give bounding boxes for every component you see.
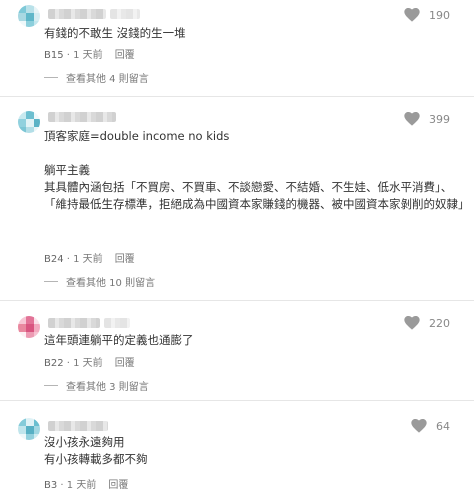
view-more-replies[interactable]: 查看其他 10 則留言 xyxy=(44,274,155,289)
username[interactable] xyxy=(48,318,100,328)
dash-icon xyxy=(44,77,58,78)
comment-meta: B15 · 1 天前 回覆 xyxy=(44,46,135,61)
comment-text: 有錢的不敢生 沒錢的生一堆 xyxy=(44,26,186,40)
view-more-label: 查看其他 4 則留言 xyxy=(66,74,149,85)
username-suffix xyxy=(110,9,140,19)
heart-icon xyxy=(404,112,420,126)
username-suffix xyxy=(104,318,130,328)
comment-text: 這年頭連躺平的定義也通膨了 xyxy=(44,333,194,347)
divider xyxy=(0,96,474,97)
like-count: 190 xyxy=(429,8,450,22)
username[interactable] xyxy=(48,9,106,19)
heart-icon xyxy=(404,8,420,22)
heart-icon xyxy=(411,419,427,433)
view-more-replies[interactable]: 查看其他 4 則留言 xyxy=(44,70,149,85)
like-count: 220 xyxy=(429,316,450,330)
reply-button[interactable]: 回覆 xyxy=(115,250,135,265)
dash-icon xyxy=(44,385,58,386)
comment-text: 頂客家庭=double income no kids 躺平主義 其具體內涵包括「… xyxy=(44,129,470,211)
reply-button[interactable]: 回覆 xyxy=(108,476,128,491)
like-count: 64 xyxy=(436,419,450,433)
like-button[interactable]: 220 xyxy=(404,314,450,332)
reply-button[interactable]: 回覆 xyxy=(115,354,135,369)
reply-button[interactable]: 回覆 xyxy=(115,46,135,61)
username[interactable] xyxy=(48,112,116,122)
divider xyxy=(0,400,474,401)
floor-number: B22 · 1 天前 xyxy=(44,358,103,369)
like-button[interactable]: 190 xyxy=(404,6,450,24)
avatar[interactable] xyxy=(18,5,40,27)
avatar[interactable] xyxy=(18,418,40,440)
username[interactable] xyxy=(48,421,108,431)
avatar[interactable] xyxy=(18,111,40,133)
like-count: 399 xyxy=(429,112,450,126)
divider xyxy=(0,300,474,301)
view-more-replies[interactable]: 查看其他 3 則留言 xyxy=(44,378,149,393)
avatar[interactable] xyxy=(18,316,40,338)
floor-number: B3 · 1 天前 xyxy=(44,480,97,491)
floor-number: B15 · 1 天前 xyxy=(44,50,103,61)
floor-number: B24 · 1 天前 xyxy=(44,254,103,265)
comment-meta: B3 · 1 天前 回覆 xyxy=(44,476,128,491)
heart-icon xyxy=(404,316,420,330)
view-more-label: 查看其他 10 則留言 xyxy=(66,278,156,289)
view-more-label: 查看其他 3 則留言 xyxy=(66,382,149,393)
comment-meta: B22 · 1 天前 回覆 xyxy=(44,354,135,369)
dash-icon xyxy=(44,281,58,282)
comment-meta: B24 · 1 天前 回覆 xyxy=(44,250,135,265)
like-button[interactable]: 399 xyxy=(404,110,450,128)
like-button[interactable]: 64 xyxy=(411,417,450,435)
comment-text: 沒小孩永遠夠用 有小孩轉載多都不夠 xyxy=(44,435,148,466)
